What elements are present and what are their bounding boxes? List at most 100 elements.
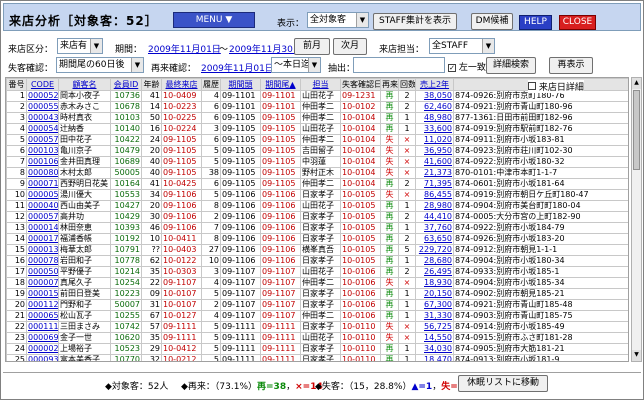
table-cell[interactable]: 000014 xyxy=(26,222,59,234)
column-header[interactable]: 会員ID xyxy=(110,78,142,91)
table-cell[interactable]: 229,720 xyxy=(415,244,454,256)
table-row[interactable]: 8 000080 木村太郎 50005 40 09-1105 38 09-1105 09-110… xyxy=(6,167,628,179)
area-select[interactable]: 来店有 ▼ xyxy=(57,38,103,54)
table-cell[interactable]: 000043 xyxy=(26,112,59,124)
table-cell[interactable]: 26,495 xyxy=(415,266,454,278)
table-row[interactable]: 16 000078 岩田和子 10778 62 10-0122 10 09-1106 09-11… xyxy=(6,255,628,267)
extract-input[interactable] xyxy=(353,57,445,73)
table-cell[interactable]: 21,373 xyxy=(415,167,454,179)
column-header[interactable]: CODE xyxy=(26,78,59,91)
column-header[interactable]: 期間頭 xyxy=(220,78,261,91)
table-cell[interactable]: 000057 xyxy=(26,134,59,146)
table-cell[interactable]: 000055 xyxy=(26,101,59,113)
help-button[interactable]: HELP xyxy=(519,15,552,30)
table-cell[interactable]: 000112 xyxy=(26,299,59,311)
table-row[interactable]: 17 000050 平野優子 10214 35 10-0303 3 09-1107 09-110… xyxy=(6,266,628,278)
table-cell[interactable]: 000054 xyxy=(26,123,59,135)
table-cell[interactable]: 000078 xyxy=(26,255,59,267)
scroll-down-icon[interactable]: ▼ xyxy=(632,350,641,361)
table-row[interactable]: 22 000111 三田まさみ 10742 57 09-1111 5 09-1111 09-11… xyxy=(6,321,628,333)
table-row[interactable]: 21 000065 松山瓦子 10255 67 10-0127 4 09-1107 09-110… xyxy=(6,310,628,322)
staff-summary-button[interactable]: STAFF集計を表示 xyxy=(373,13,457,30)
table-cell[interactable]: 20,150 xyxy=(415,288,454,300)
left-match-checkbox[interactable]: ✓ 左一致 xyxy=(448,60,486,73)
menu-button[interactable]: MENU ▼ xyxy=(173,12,255,28)
table-row[interactable]: 23 000069 金子一世 10620 35 09-1111 5 09-1111 09-111… xyxy=(6,332,628,344)
dm-candidate-button[interactable]: DM候補 xyxy=(471,13,513,30)
prev-month-button[interactable]: 前月 xyxy=(294,38,330,55)
table-cell[interactable]: 000013 xyxy=(26,244,59,256)
table-row[interactable]: 19 000015 前田日登美 10223 09 10-0107 5 09-1107 09-11… xyxy=(6,288,628,300)
table-cell[interactable]: 48,980 xyxy=(415,112,454,124)
table-cell[interactable]: 14,550 xyxy=(415,332,454,344)
table-row[interactable]: 7 000106 金井田真理 10689 40 09-1105 5 09-1105 09-110… xyxy=(6,156,628,168)
table-cell[interactable]: 000071 xyxy=(26,178,59,190)
table-row[interactable]: 3 000043 時村真衣 10103 50 10-0225 6 09-1105 09-1105… xyxy=(6,112,628,124)
scroll-up-icon[interactable]: ▲ xyxy=(632,78,641,89)
table-cell[interactable]: 000057 xyxy=(26,211,59,223)
table-cell[interactable]: 31,330 xyxy=(415,310,454,322)
table-cell[interactable]: 37,760 xyxy=(415,222,454,234)
table-cell[interactable]: 000052 xyxy=(26,90,59,102)
table-cell[interactable]: 000002 xyxy=(26,343,59,355)
table-scrollbar[interactable]: ▲ ▼ xyxy=(631,77,642,362)
table-cell[interactable]: 000007 xyxy=(26,277,59,289)
column-header[interactable]: 顧客名 xyxy=(58,78,111,91)
table-cell[interactable]: 62,460 xyxy=(415,101,454,113)
column-header[interactable]: 最終来店 xyxy=(161,78,202,91)
table-row[interactable]: 13 000014 林田奈恵 10393 46 09-1106 7 09-1106 09-110… xyxy=(6,222,628,234)
table-row[interactable]: 10 000005 湯川優大 10553 34 09-1106 5 09-1106 09-110… xyxy=(6,189,628,201)
table-row[interactable]: 25 000093 富本美香子 10770 32 10-0212 5 09-1111 09-11… xyxy=(6,354,628,361)
period-from-link[interactable]: 2009年11月01日 xyxy=(148,42,221,55)
table-cell[interactable]: 000015 xyxy=(26,288,59,300)
table-cell[interactable]: 18,470 xyxy=(415,354,454,361)
move-to-dormant-button[interactable]: 休眠リストに移動 xyxy=(458,375,548,392)
table-cell[interactable]: 28,980 xyxy=(415,200,454,212)
table-cell[interactable]: 000103 xyxy=(26,145,59,157)
table-cell[interactable]: 34,030 xyxy=(415,343,454,355)
table-row[interactable]: 5 000057 田中花子 10422 24 09-1105 6 09-1105 09-1105… xyxy=(6,134,628,146)
table-cell[interactable]: 33,600 xyxy=(415,123,454,135)
revisit-range-select[interactable]: ～本日迄 ▼ xyxy=(271,57,321,73)
table-row[interactable]: 4 000054 辻納香 10140 16 10-0224 3 09-1105 09-1105 山… xyxy=(6,123,628,135)
table-cell[interactable]: 38,050 xyxy=(415,90,454,102)
table-cell[interactable]: 44,410 xyxy=(415,211,454,223)
table-row[interactable]: 12 000057 高井功 10429 30 09-1106 2 09-1106 09-1106… xyxy=(6,211,628,223)
table-cell[interactable]: 63,650 xyxy=(415,233,454,245)
table-row[interactable]: 20 000112 門野和子 50007 31 10-0107 2 09-1107 09-110… xyxy=(6,299,628,311)
table-cell[interactable]: 000093 xyxy=(26,354,59,361)
table-row[interactable]: 2 000055 赤木みさこ 10678 14 10-0223 6 09-1101 09-110… xyxy=(6,101,628,113)
table-cell[interactable]: 18,930 xyxy=(415,277,454,289)
table-cell[interactable]: 36,950 xyxy=(415,145,454,157)
table-cell[interactable]: 41,600 xyxy=(415,156,454,168)
table-cell[interactable]: 000080 xyxy=(26,167,59,179)
table-row[interactable]: 15 000013 梅華太郎 10791?? 10-0403 27 09-1106 09-11… xyxy=(6,244,628,256)
next-month-button[interactable]: 次月 xyxy=(333,38,367,55)
staff-select[interactable]: 全STAFF ▼ xyxy=(429,38,495,54)
column-header[interactable]: 期間尾▲ xyxy=(260,78,301,91)
table-cell[interactable]: 000111 xyxy=(26,321,59,333)
table-row[interactable]: 24 000002 上場裕子 10523 29 10-0412 5 09-1111 09-111… xyxy=(6,343,628,355)
table-cell[interactable]: 11,020 xyxy=(415,134,454,146)
table-row[interactable]: 14 000017 福浦香帳 10192 10 10-0411 8 09-1106 09-110… xyxy=(6,233,628,245)
detail-search-button[interactable]: 詳細検索 xyxy=(486,57,536,74)
scroll-thumb[interactable] xyxy=(633,90,640,170)
table-row[interactable]: 18 000007 真尾久子 10254 22 09-1107 4 09-1107 09-110… xyxy=(6,277,628,289)
table-cell[interactable]: 28,680 xyxy=(415,255,454,267)
table-row[interactable]: 9 000071 西野明日花美 10164 41 10-0425 6 09-1105 09-11… xyxy=(6,178,628,190)
table-row[interactable]: 11 000040 西山由美子 10427 20 09-1106 8 09-1106 09-11… xyxy=(6,200,628,212)
table-cell[interactable]: 71,395 xyxy=(415,178,454,190)
table-cell[interactable]: 000069 xyxy=(26,332,59,344)
redisplay-button[interactable]: 再表示 xyxy=(549,57,593,74)
column-header[interactable]: 担当 xyxy=(300,78,341,91)
period-to-link[interactable]: 2009年11月30日 xyxy=(229,42,302,55)
table-cell[interactable]: 000065 xyxy=(26,310,59,322)
display-select[interactable]: 全対象客 ▼ xyxy=(307,12,369,28)
table-row[interactable]: 6 000103 亀川京子 10479 20 09-1105 5 09-1105 09-1105… xyxy=(6,145,628,157)
table-cell[interactable]: 67,300 xyxy=(415,299,454,311)
close-button[interactable]: CLOSE xyxy=(559,15,596,30)
table-cell[interactable]: 56,725 xyxy=(415,321,454,333)
visit-detail-checkbox[interactable]: 来店日詳細 xyxy=(528,80,584,93)
revisit-date-link[interactable]: 2009年11月01日 xyxy=(201,61,274,74)
lost-check-select[interactable]: 期間尾の60日後 ▼ xyxy=(56,57,144,73)
